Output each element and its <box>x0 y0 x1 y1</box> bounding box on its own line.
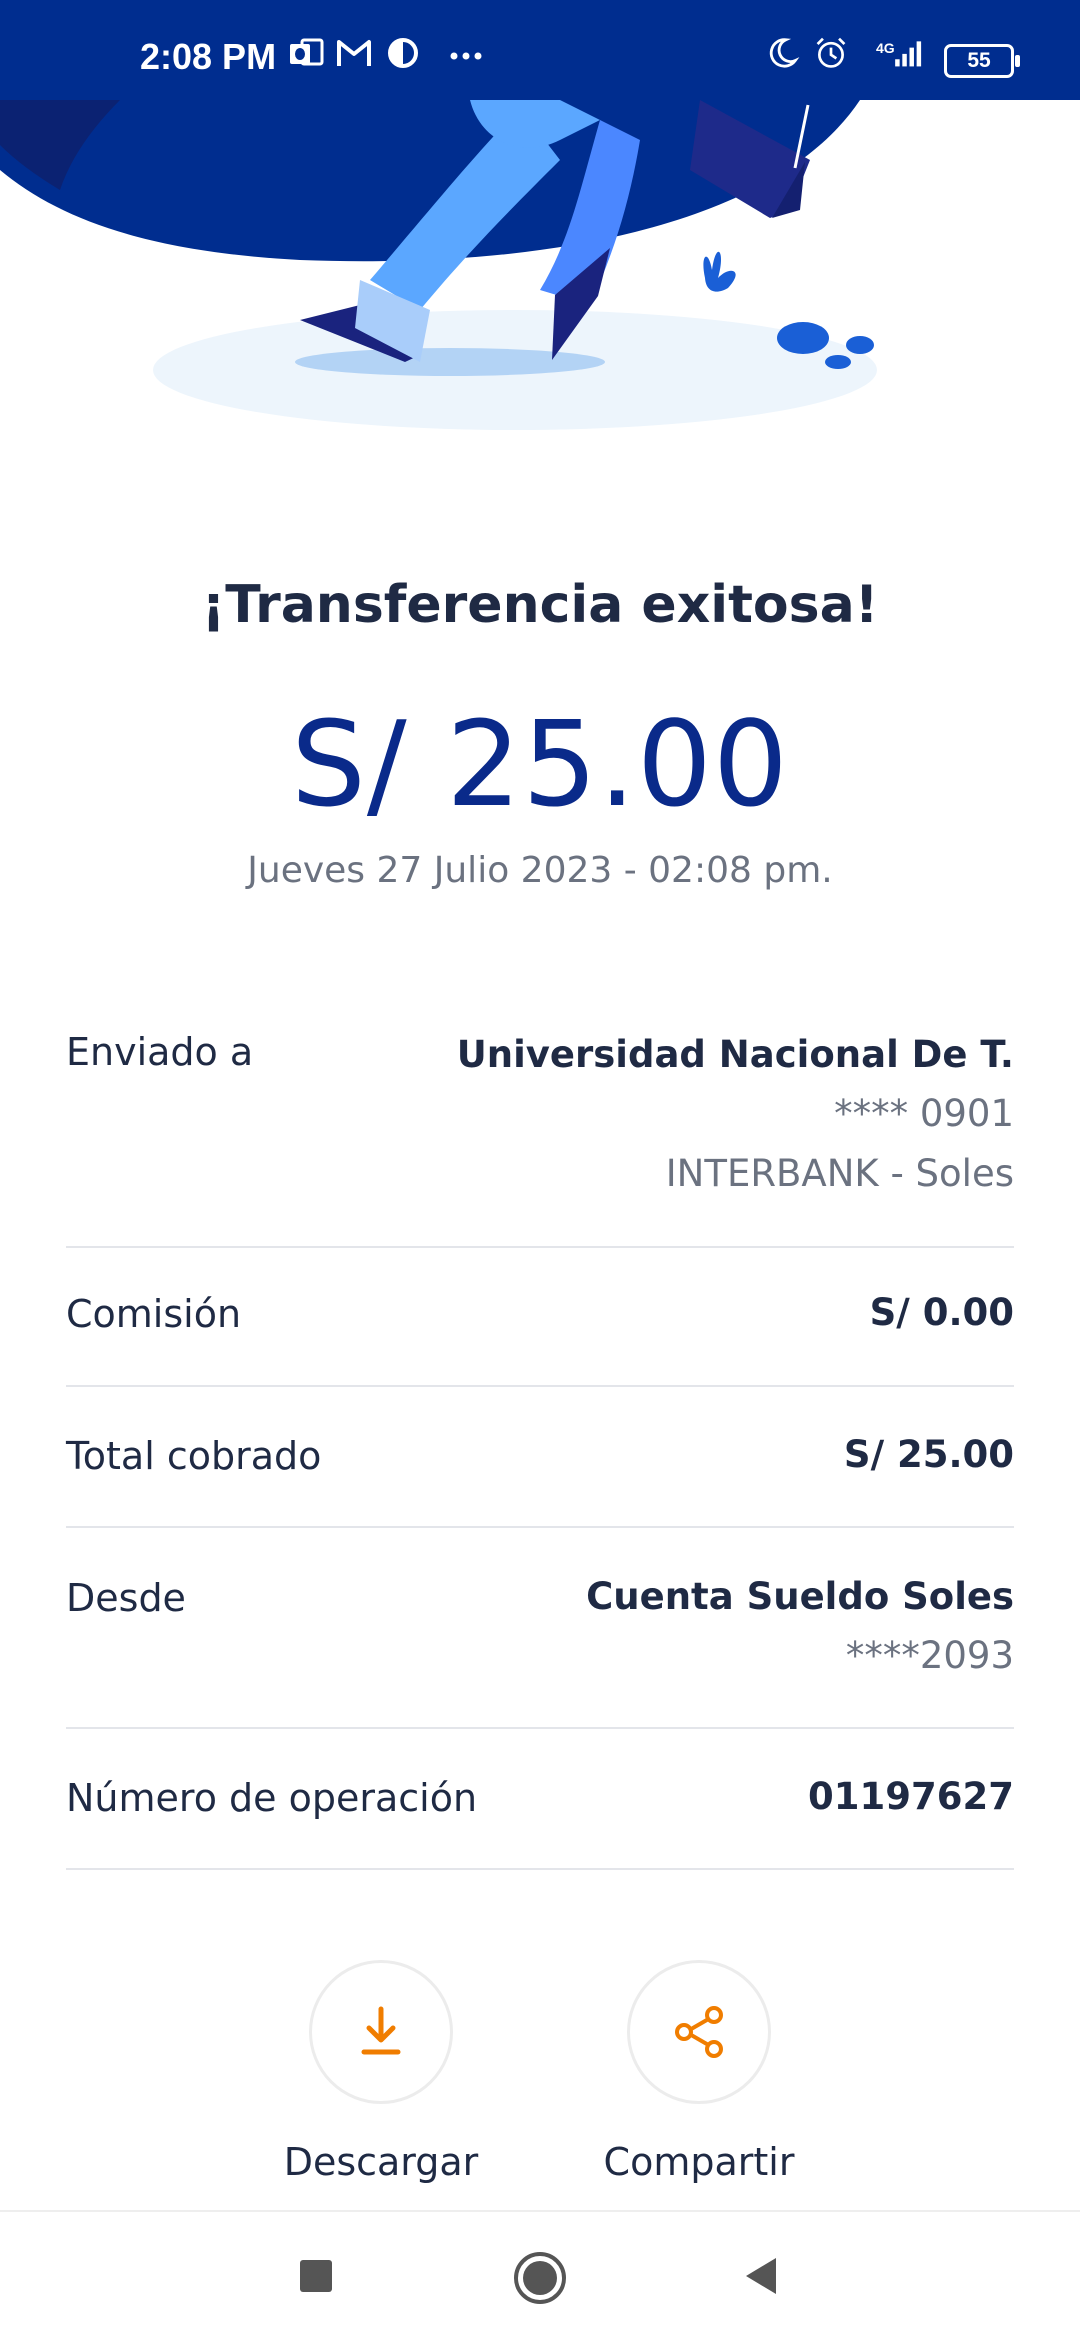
half-circle-icon <box>388 38 418 68</box>
commission-value: S/ 0.00 <box>869 1291 1014 1334</box>
download-button[interactable]: Descargar <box>271 1960 491 2184</box>
download-icon <box>361 2006 401 2055</box>
recipient-bank: INTERBANK - Soles <box>665 1152 1014 1195</box>
battery-icon: 55 <box>944 44 1020 78</box>
divider <box>66 1385 1014 1387</box>
total-label: Total cobrado <box>66 1434 322 1478</box>
recents-button-icon[interactable] <box>296 2256 336 2296</box>
success-title: ¡Transferencia exitosa! <box>201 575 879 635</box>
back-button-icon[interactable] <box>742 2256 782 2296</box>
detail-row-commission: Comisión S/ 0.00 <box>66 1291 1014 1352</box>
source-account-number: ****2093 <box>845 1634 1014 1677</box>
from-label: Desde <box>66 1576 186 1620</box>
home-button-icon[interactable] <box>512 2250 568 2306</box>
sent-to-label: Enviado a <box>66 1030 254 1074</box>
recipient-account: **** 0901 <box>834 1092 1014 1135</box>
transfer-amount: S/ 25.00 <box>291 695 789 833</box>
outlook-icon <box>290 38 324 66</box>
detail-row-operation: Número de operación 01197627 <box>66 1775 1014 1836</box>
detail-row-from: Desde Cuenta Sueldo Soles ****2093 <box>66 1575 1014 1696</box>
divider <box>66 1526 1014 1528</box>
from-values: Cuenta Sueldo Soles ****2093 <box>586 1568 1014 1686</box>
sent-to-values: Universidad Nacional De T. **** 0901 INT… <box>457 1026 1014 1204</box>
share-circle[interactable] <box>627 1960 771 2104</box>
signal-icon <box>895 41 922 67</box>
recipient-name: Universidad Nacional De T. <box>456 1033 1014 1076</box>
download-circle[interactable] <box>309 1960 453 2104</box>
divider <box>66 1727 1014 1729</box>
detail-row-total: Total cobrado S/ 25.00 <box>66 1433 1014 1494</box>
navigation-bar <box>0 2210 1080 2342</box>
moon-icon <box>769 38 800 68</box>
success-illustration <box>0 100 877 430</box>
commission-label: Comisión <box>66 1292 242 1336</box>
operation-number: 01197627 <box>808 1775 1014 1818</box>
more-dots-icon <box>450 52 482 60</box>
alarm-icon <box>816 37 846 68</box>
status-time: 2:08 PM <box>140 36 277 77</box>
divider <box>66 1868 1014 1870</box>
status-bar: 2:08 PM 4G 55 <box>0 0 1080 100</box>
gmail-icon <box>337 40 371 66</box>
divider <box>66 1246 1014 1248</box>
transfer-datetime: Jueves 27 Julio 2023 - 02:08 pm. <box>247 850 833 891</box>
operation-label: Número de operación <box>66 1776 478 1820</box>
total-value: S/ 25.00 <box>843 1433 1014 1476</box>
share-button[interactable]: Compartir <box>589 1960 809 2184</box>
share-label[interactable]: Compartir <box>589 2140 809 2184</box>
download-label[interactable]: Descargar <box>271 2140 491 2184</box>
detail-row-sent-to: Enviado a Universidad Nacional De T. ***… <box>66 1030 1014 1210</box>
share-icon <box>675 2006 723 2058</box>
source-account-name: Cuenta Sueldo Soles <box>586 1575 1014 1618</box>
